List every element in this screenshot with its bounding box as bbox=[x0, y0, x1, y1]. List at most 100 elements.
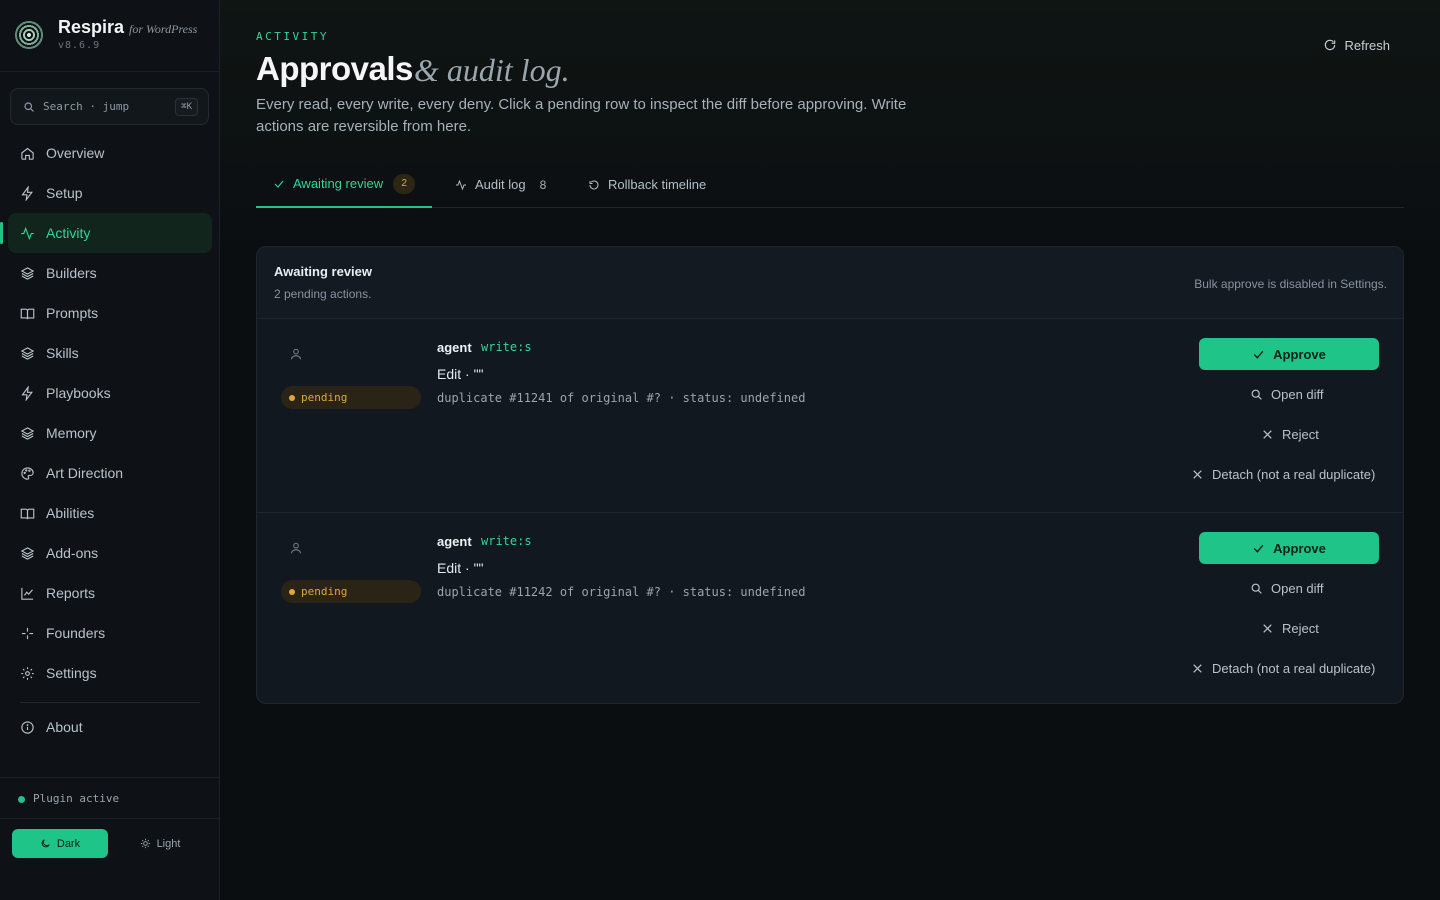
sidebar-item-label: Founders bbox=[46, 625, 106, 641]
sidebar-item-label: Abilities bbox=[46, 505, 95, 521]
chart-icon bbox=[21, 587, 34, 600]
sidebar-item-art-direction[interactable]: Art Direction bbox=[8, 453, 212, 493]
brand-subtitle: for WordPress bbox=[129, 22, 198, 36]
plugin-status-label: Plugin active bbox=[33, 792, 120, 805]
history-icon bbox=[589, 179, 599, 189]
search-placeholder: Search · jump bbox=[43, 100, 130, 113]
check-icon bbox=[1253, 350, 1264, 359]
sidebar-item-label: Overview bbox=[46, 145, 105, 161]
status-dot bbox=[289, 394, 295, 401]
home-icon bbox=[21, 147, 34, 160]
approve-button[interactable]: Approve bbox=[1199, 338, 1379, 370]
sidebar-item-setup[interactable]: Setup bbox=[8, 173, 212, 213]
detach-label: Detach (not a real duplicate) bbox=[1212, 466, 1376, 482]
action-label: Edit · "" bbox=[437, 560, 484, 576]
sidebar-item-label: Playbooks bbox=[46, 385, 111, 401]
plugin-status: Plugin active bbox=[0, 777, 220, 819]
sidebar-item-label: Setup bbox=[46, 185, 83, 201]
sidebar-item-skills[interactable]: Skills bbox=[8, 333, 212, 373]
version-label: v8.6.9 bbox=[58, 40, 101, 51]
sun-icon bbox=[140, 838, 150, 849]
open-diff-label: Open diff bbox=[1271, 580, 1324, 596]
page-title: Approvals bbox=[256, 50, 413, 87]
open-diff-button[interactable]: Open diff bbox=[1250, 382, 1324, 406]
sidebar-item-abilities[interactable]: Abilities bbox=[8, 493, 212, 533]
theme-dark-button[interactable]: Dark bbox=[12, 829, 108, 858]
panel-subtitle: 2 pending actions. bbox=[274, 287, 372, 301]
activity-icon bbox=[21, 226, 34, 240]
sidebar-item-add-ons[interactable]: Add-ons bbox=[8, 533, 212, 573]
reject-button[interactable]: Reject bbox=[1261, 422, 1319, 446]
sidebar-item-activity[interactable]: Activity bbox=[0, 213, 212, 253]
sidebar-item-label: Prompts bbox=[46, 305, 99, 321]
page-description: Every read, every write, every deny. Cli… bbox=[256, 96, 907, 135]
moon-icon bbox=[41, 839, 50, 848]
bolt-icon bbox=[21, 185, 33, 201]
tab-audit-log[interactable]: Audit log 8 bbox=[455, 161, 546, 208]
sidebar-item-playbooks[interactable]: Playbooks bbox=[8, 373, 212, 413]
tab-rollback-timeline[interactable]: Rollback timeline bbox=[588, 161, 706, 208]
search-icon bbox=[24, 102, 34, 112]
page-title-italic: & audit log. bbox=[414, 52, 570, 88]
open-diff-label: Open diff bbox=[1271, 386, 1324, 402]
reject-label: Reject bbox=[1282, 620, 1319, 636]
book-icon bbox=[20, 308, 35, 319]
reject-button[interactable]: Reject bbox=[1261, 616, 1319, 640]
sidebar-item-label: Skills bbox=[46, 345, 79, 361]
bolt-icon bbox=[21, 385, 33, 401]
info-icon bbox=[21, 720, 34, 734]
respira-logo[interactable] bbox=[14, 20, 44, 50]
layers-icon bbox=[20, 426, 35, 440]
sidebar-item-prompts[interactable]: Prompts bbox=[8, 293, 212, 333]
refresh-icon bbox=[1325, 39, 1336, 51]
user-icon bbox=[290, 348, 302, 360]
search-shortcut: ⌘K bbox=[175, 98, 198, 116]
check-icon bbox=[1253, 544, 1264, 553]
awaiting-review-panel: Awaiting review 2 pending actions. Bulk … bbox=[256, 246, 1404, 704]
refresh-label: Refresh bbox=[1344, 37, 1390, 53]
sidebar-item-label: Settings bbox=[46, 665, 97, 681]
status-label: pending bbox=[301, 585, 348, 598]
theme-light-button[interactable]: Light bbox=[120, 829, 200, 858]
detach-button[interactable]: Detach (not a real duplicate) bbox=[1191, 462, 1375, 486]
scope-label: write:s bbox=[481, 534, 532, 548]
pending-row[interactable]: pending agent write:s Edit · "" duplicat… bbox=[257, 319, 1403, 512]
status-dot bbox=[18, 796, 25, 803]
status-dot bbox=[289, 588, 295, 595]
sidebar-item-founders[interactable]: Founders bbox=[8, 613, 212, 653]
close-icon bbox=[1263, 623, 1272, 633]
refresh-button[interactable]: Refresh bbox=[1323, 35, 1390, 55]
scope-label: write:s bbox=[481, 340, 532, 354]
actor-label: agent bbox=[437, 534, 472, 549]
sidebar-item-about[interactable]: About bbox=[8, 707, 212, 747]
layers-icon bbox=[20, 546, 35, 560]
sidebar-nav: Overview Setup Activity Builders Prompts… bbox=[0, 133, 220, 747]
sidebar-item-overview[interactable]: Overview bbox=[8, 133, 212, 173]
status-label: pending bbox=[301, 391, 348, 404]
open-diff-button[interactable]: Open diff bbox=[1250, 576, 1324, 600]
sparkle-icon bbox=[21, 627, 34, 639]
section-eyebrow: ACTIVITY bbox=[256, 30, 329, 43]
detach-label: Detach (not a real duplicate) bbox=[1212, 660, 1376, 676]
sidebar-item-settings[interactable]: Settings bbox=[8, 653, 212, 693]
approve-button[interactable]: Approve bbox=[1199, 532, 1379, 564]
tab-count: 8 bbox=[539, 177, 547, 192]
tab-label: Rollback timeline bbox=[608, 177, 707, 192]
actor-label: agent bbox=[437, 340, 472, 355]
sidebar-item-reports[interactable]: Reports bbox=[8, 573, 212, 613]
bulk-approve-note: Bulk approve is disabled in Settings. bbox=[1194, 277, 1387, 291]
approve-label: Approve bbox=[1273, 540, 1326, 556]
sidebar-item-memory[interactable]: Memory bbox=[8, 413, 212, 453]
sidebar-item-builders[interactable]: Builders bbox=[8, 253, 212, 293]
sidebar-item-label: About bbox=[46, 719, 83, 735]
status-badge: pending bbox=[281, 580, 421, 603]
pending-row[interactable]: pending agent write:s Edit · "" duplicat… bbox=[257, 512, 1403, 703]
sidebar-item-label: Memory bbox=[46, 425, 97, 441]
search-icon bbox=[1251, 389, 1262, 400]
detach-button[interactable]: Detach (not a real duplicate) bbox=[1191, 656, 1375, 680]
sidebar-item-label: Add-ons bbox=[46, 545, 99, 561]
search-icon bbox=[1251, 583, 1262, 594]
row-meta: duplicate #11241 of original #? · status… bbox=[437, 391, 806, 405]
search-box[interactable]: Search · jump ⌘K bbox=[10, 88, 209, 125]
tab-awaiting-review[interactable]: Awaiting review 2 bbox=[256, 161, 433, 208]
